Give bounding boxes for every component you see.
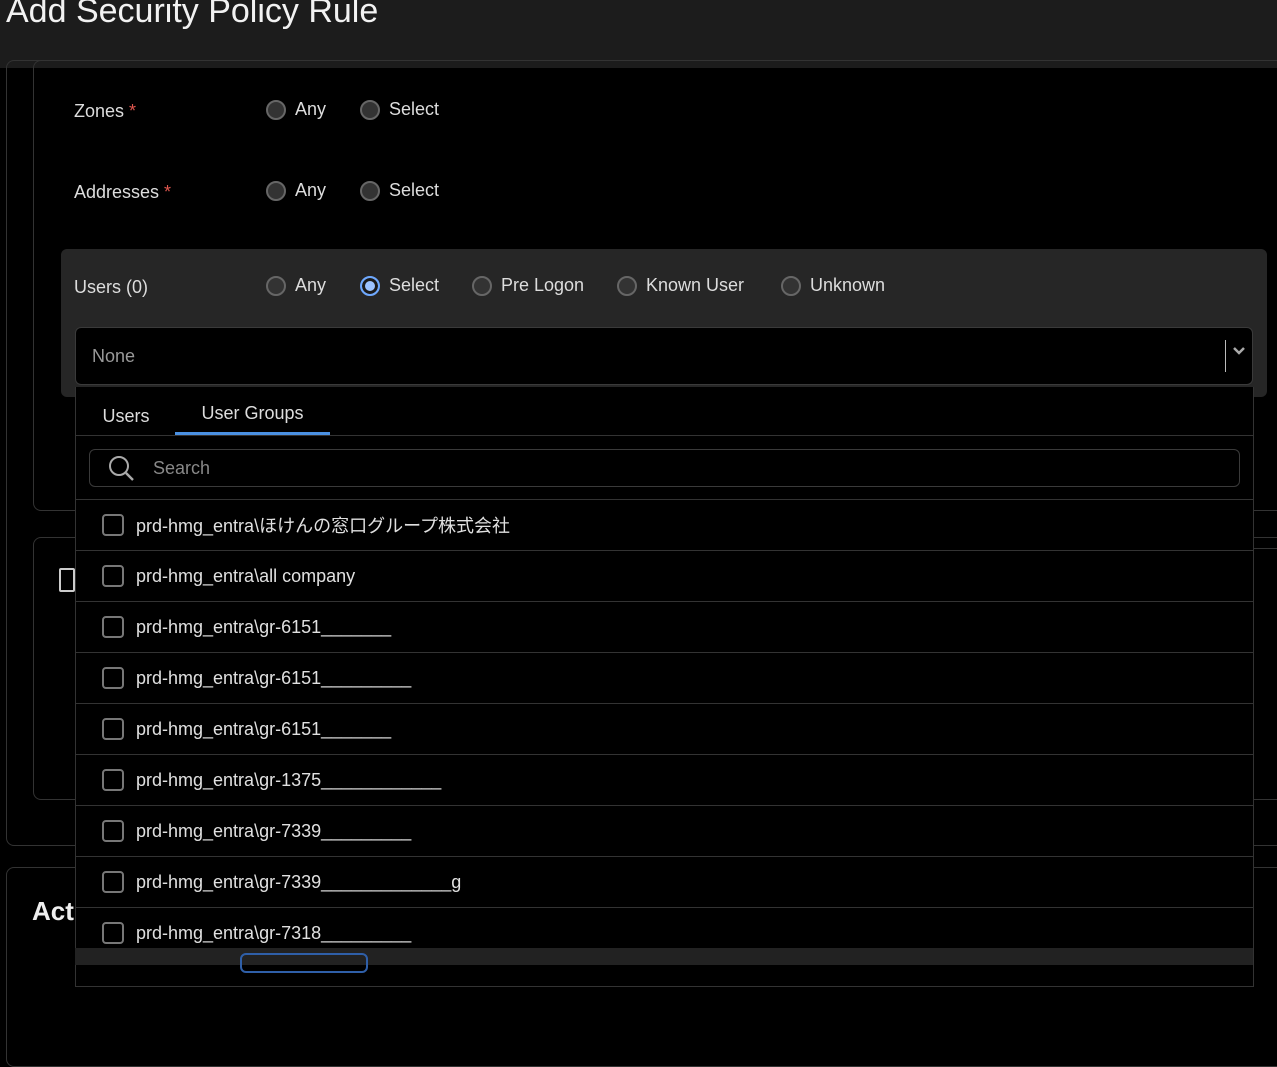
checkbox[interactable] bbox=[102, 820, 124, 842]
divider bbox=[1254, 548, 1277, 549]
list-item[interactable]: prd-hmg_entra\all company bbox=[76, 550, 1254, 601]
list-item[interactable]: prd-hmg_entra\gr-6151_______ bbox=[76, 703, 1254, 754]
zones-label-text: Zones bbox=[74, 101, 125, 121]
addresses-radio-any[interactable]: Any bbox=[266, 180, 326, 201]
radio-icon bbox=[266, 275, 286, 296]
search-input[interactable]: Search bbox=[89, 449, 1240, 487]
zones-radio-any[interactable]: Any bbox=[266, 99, 326, 120]
list-item[interactable]: prd-hmg_entra\gr-6151_________ bbox=[76, 652, 1254, 703]
radio-icon bbox=[360, 99, 380, 120]
checkbox[interactable] bbox=[102, 514, 124, 536]
radio-label: Known User bbox=[646, 275, 745, 295]
radio-icon bbox=[472, 275, 492, 296]
list-item[interactable]: prd-hmg_entra\gr-7339_________ bbox=[76, 805, 1254, 856]
item-label: prd-hmg_entra\ほけんの窓口グループ株式会社 bbox=[136, 516, 510, 536]
list-item[interactable]: prd-hmg_entra\gr-7339_____________g bbox=[76, 856, 1254, 907]
radio-icon bbox=[266, 99, 286, 120]
dropdown-value: None bbox=[92, 346, 136, 366]
checkbox[interactable] bbox=[102, 922, 124, 944]
item-label: prd-hmg_entra\gr-1375____________ bbox=[136, 769, 442, 790]
zones-label: Zones * bbox=[74, 101, 136, 122]
item-label: prd-hmg_entra\gr-6151_______ bbox=[136, 718, 392, 739]
required-marker: * bbox=[129, 101, 137, 121]
users-radio-known-user[interactable]: Known User bbox=[617, 275, 744, 296]
radio-label: Any bbox=[295, 275, 327, 295]
checkbox[interactable] bbox=[102, 871, 124, 893]
list-item[interactable]: prd-hmg_entra\gr-6151_______ bbox=[76, 601, 1254, 652]
checkbox[interactable] bbox=[102, 769, 124, 791]
radio-selected-icon bbox=[360, 275, 380, 296]
item-label: prd-hmg_entra\gr-6151_______ bbox=[136, 616, 392, 637]
users-radio-pre-logon[interactable]: Pre Logon bbox=[472, 275, 584, 296]
search-placeholder: Search bbox=[153, 458, 211, 478]
list-item[interactable]: prd-hmg_entra\ほけんの窓口グループ株式会社 bbox=[76, 499, 1254, 550]
header: Add Security Policy Rule bbox=[0, 0, 1277, 68]
radio-label: Unknown bbox=[810, 275, 886, 295]
users-radio-any[interactable]: Any bbox=[266, 275, 326, 296]
radio-label: Select bbox=[389, 180, 440, 200]
zones-radio-select[interactable]: Select bbox=[360, 99, 439, 120]
item-label: prd-hmg_entra\all company bbox=[136, 565, 356, 586]
users-radio-unknown[interactable]: Unknown bbox=[781, 275, 885, 296]
users-label: Users (0) bbox=[74, 277, 149, 297]
chevron-down-icon[interactable] bbox=[1232, 344, 1246, 363]
checkbox[interactable] bbox=[102, 718, 124, 740]
search-icon bbox=[108, 455, 136, 488]
item-label: prd-hmg_entra\gr-7339_________ bbox=[136, 820, 412, 841]
list-icon bbox=[59, 568, 75, 592]
checkbox[interactable] bbox=[102, 616, 124, 638]
user-picker-popup: Users User Groups Search prd-hmg_entra\ほ… bbox=[75, 387, 1254, 987]
page-title: Add Security Policy Rule bbox=[6, 0, 379, 30]
actions-heading: Act bbox=[32, 896, 74, 926]
item-label: prd-hmg_entra\gr-6151_________ bbox=[136, 667, 412, 688]
divider bbox=[76, 435, 1254, 436]
tab-users[interactable]: Users bbox=[90, 387, 162, 435]
item-label: prd-hmg_entra\gr-7318_________ bbox=[136, 922, 412, 943]
footer-button[interactable] bbox=[240, 953, 368, 973]
radio-label: Select bbox=[389, 99, 440, 119]
addresses-label-text: Addresses bbox=[74, 182, 160, 202]
radio-icon bbox=[360, 180, 380, 201]
users-dropdown[interactable]: None bbox=[75, 327, 1253, 385]
addresses-label: Addresses * bbox=[74, 182, 171, 203]
item-label: prd-hmg_entra\gr-7339_____________g bbox=[136, 871, 462, 892]
list-item[interactable]: prd-hmg_entra\gr-1375____________ bbox=[76, 754, 1254, 805]
dropdown-separator bbox=[1225, 340, 1226, 372]
radio-icon bbox=[781, 275, 801, 296]
required-marker: * bbox=[164, 182, 172, 202]
users-radio-select[interactable]: Select bbox=[360, 275, 439, 296]
checkbox[interactable] bbox=[102, 667, 124, 689]
tab-user-groups[interactable]: User Groups bbox=[175, 387, 330, 435]
radio-icon bbox=[266, 180, 286, 201]
radio-label: Any bbox=[295, 180, 327, 200]
radio-label: Any bbox=[295, 99, 327, 119]
radio-icon bbox=[617, 275, 637, 296]
checkbox[interactable] bbox=[102, 565, 124, 587]
addresses-radio-select[interactable]: Select bbox=[360, 180, 439, 201]
radio-label: Pre Logon bbox=[501, 275, 585, 295]
radio-label: Select bbox=[389, 275, 440, 295]
